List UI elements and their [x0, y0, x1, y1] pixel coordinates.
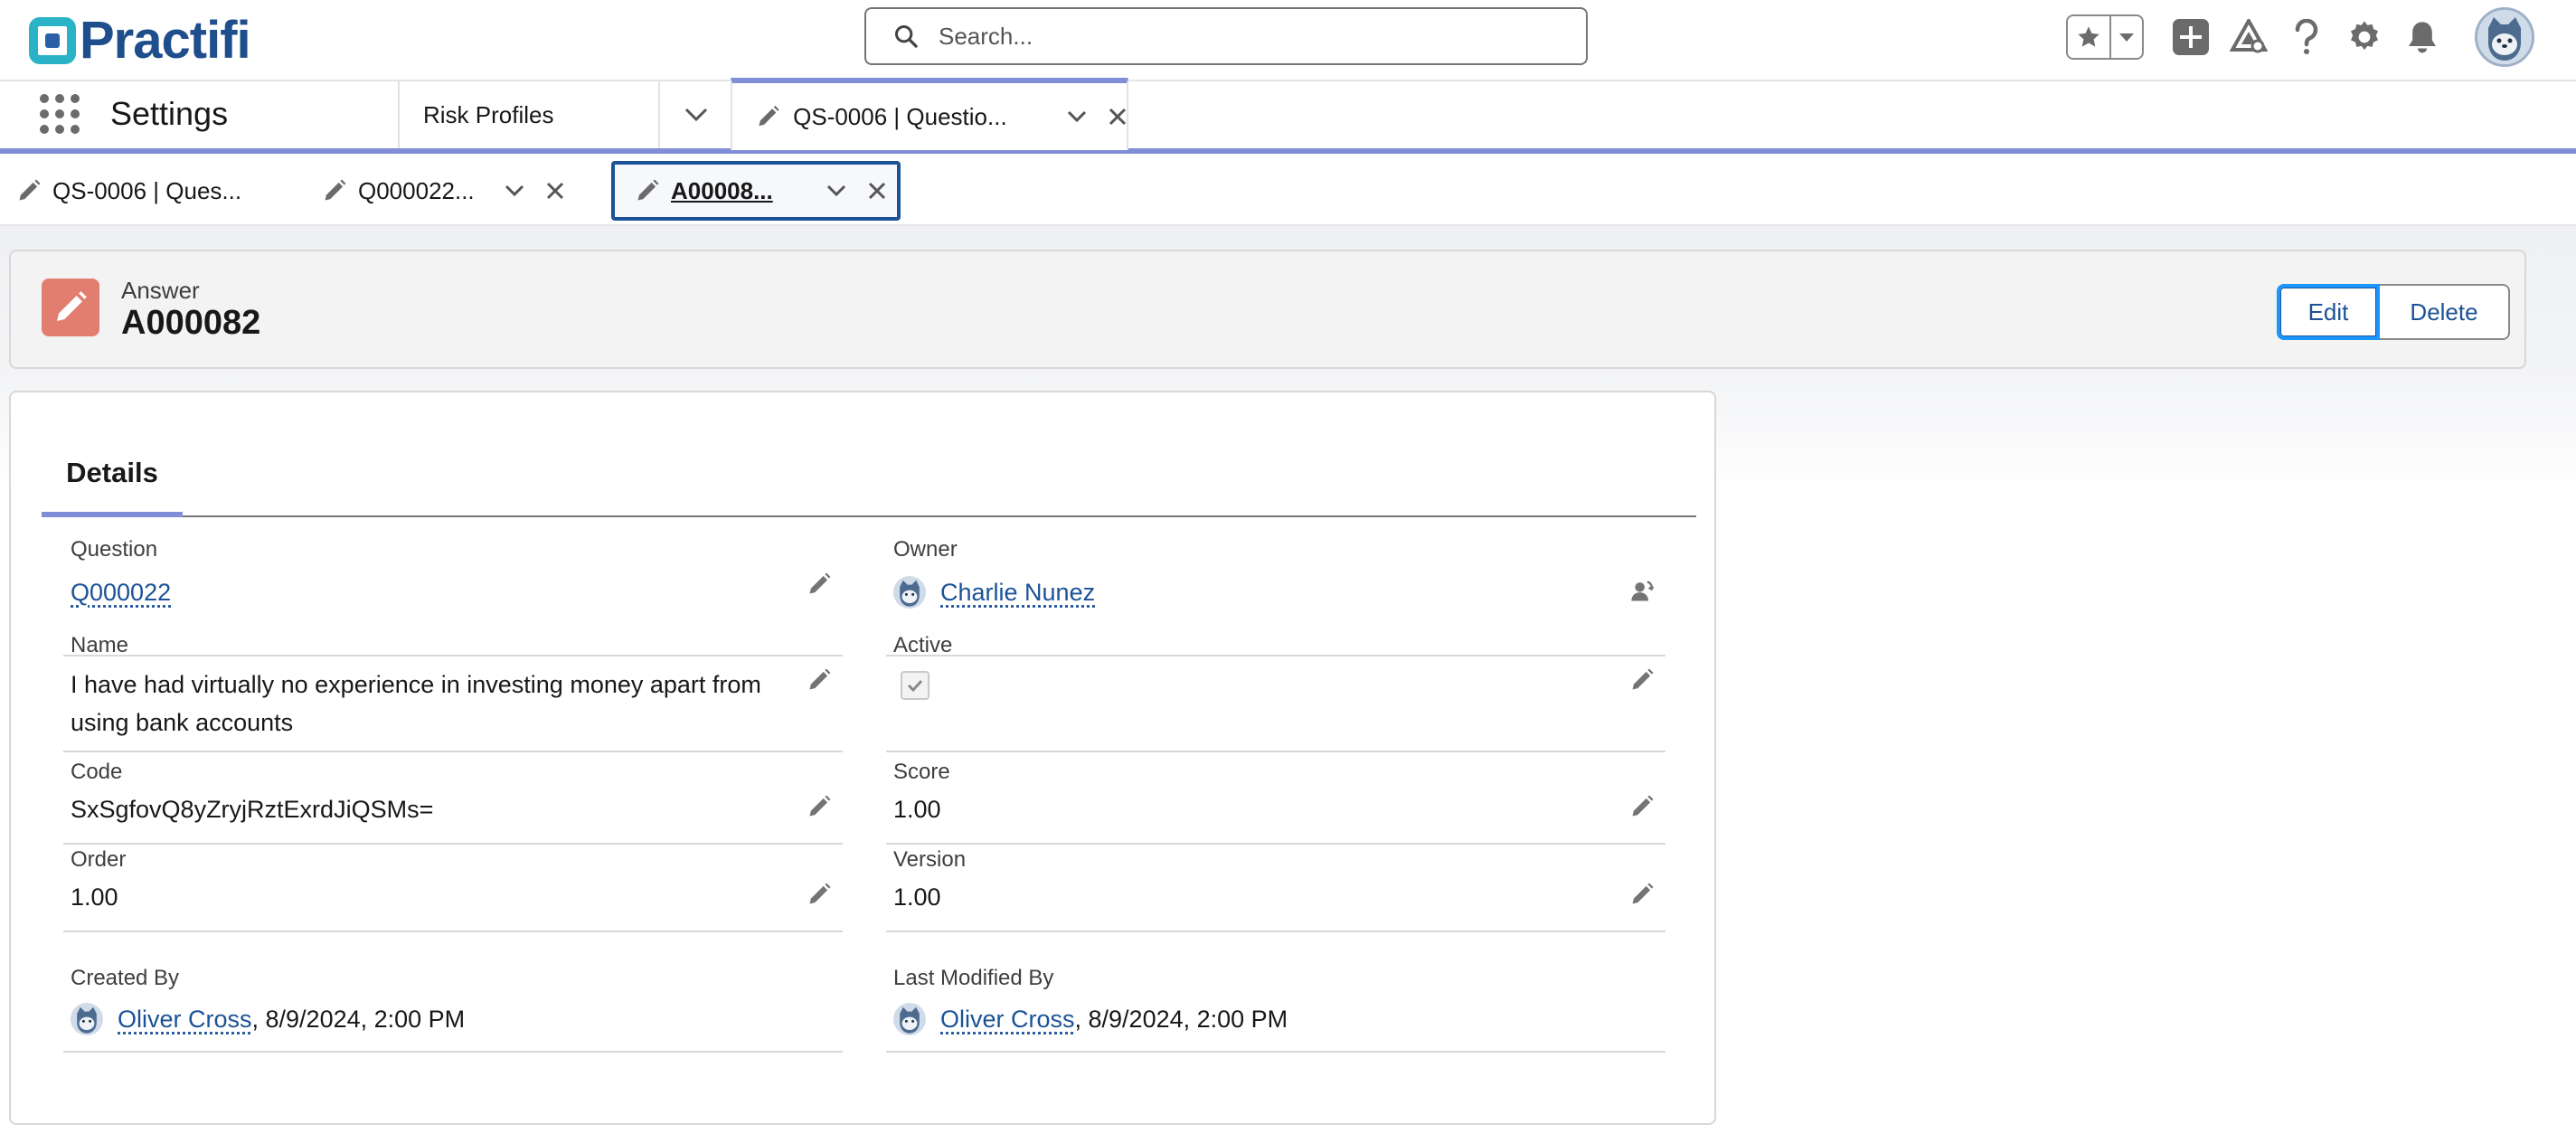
created-date: , 8/9/2024, 2:00 PM — [251, 1006, 466, 1033]
close-icon[interactable] — [1109, 108, 1127, 126]
record-title: A000082 — [121, 304, 261, 342]
edit-button[interactable]: Edit — [2277, 284, 2380, 340]
edit-pencil-icon[interactable] — [1628, 880, 1656, 909]
field-last-modified-by: Last Modified By Oliver Cross , 8/9/2024… — [886, 966, 1665, 1053]
workspace-tab-label: QS-0006 | Questio... — [793, 102, 1007, 130]
delete-button[interactable]: Delete — [2380, 284, 2510, 340]
field-label: Question — [71, 537, 158, 562]
last-modified-by-user-link[interactable]: Oliver Cross — [940, 1000, 1075, 1038]
nav-item-risk-profiles[interactable]: Risk Profiles — [398, 81, 660, 148]
chevron-down-icon — [684, 108, 708, 122]
edit-pencil-icon[interactable] — [805, 880, 834, 909]
field-version: Version 1.00 — [886, 847, 1665, 932]
question-link[interactable]: Q000022 — [71, 579, 171, 606]
favorites-star-icon[interactable] — [2068, 16, 2111, 58]
close-icon[interactable] — [546, 182, 564, 200]
field-name: Name I have had virtually no experience … — [63, 633, 843, 752]
user-avatar[interactable] — [2475, 7, 2534, 67]
global-header: Practifi — [0, 0, 2576, 81]
record-actions: Edit Delete — [2277, 284, 2510, 340]
pencil-icon — [637, 179, 659, 201]
practifi-logo[interactable]: Practifi — [29, 9, 251, 72]
nav-item-label: Risk Profiles — [423, 100, 554, 128]
workspace-tab-qs-0006[interactable]: QS-0006 | Questio... — [731, 78, 1128, 150]
field-value: Oliver Cross , 8/9/2024, 2:00 PM — [893, 1000, 1617, 1046]
field-label: Last Modified By — [893, 966, 1054, 990]
chevron-down-icon[interactable] — [505, 184, 524, 197]
owner-link[interactable]: Charlie Nunez — [940, 573, 1095, 611]
avatar — [893, 1003, 926, 1035]
subtab-bar: QS-0006 | Ques... Q000022... A00008... — [0, 154, 2576, 226]
global-search[interactable] — [864, 7, 1588, 65]
field-active: Active — [886, 633, 1665, 752]
favorites-dropdown-icon[interactable] — [2111, 16, 2142, 58]
nav-risk-profiles-dropdown[interactable] — [658, 81, 732, 148]
favorites-group — [2066, 14, 2144, 60]
field-label: Active — [893, 633, 953, 657]
checkmark-icon — [907, 679, 923, 693]
field-label: Name — [71, 633, 129, 657]
app-nav-bar: Settings Risk Profiles QS-0006 | Questio… — [0, 78, 2576, 154]
trailhead-icon[interactable] — [2229, 17, 2269, 57]
field-value: Oliver Cross , 8/9/2024, 2:00 PM — [71, 1000, 794, 1046]
edit-pencil-icon[interactable] — [805, 666, 834, 694]
field-value: Charlie Nunez — [893, 573, 1617, 619]
field-label: Version — [893, 847, 967, 872]
field-label: Score — [893, 760, 950, 784]
setup-gear-icon[interactable] — [2345, 17, 2384, 57]
field-value: Q000022 — [71, 573, 794, 611]
field-value: 1.00 — [893, 796, 941, 823]
field-created-by: Created By Oliver Cross , 8/9/2024, 2:00… — [63, 966, 843, 1053]
field-order: Order 1.00 — [63, 847, 843, 932]
avatar — [71, 1003, 103, 1035]
search-icon — [894, 24, 918, 48]
edit-pencil-icon[interactable] — [1628, 792, 1656, 821]
close-icon[interactable] — [868, 182, 886, 200]
logo-text: Practifi — [80, 11, 251, 70]
details-tabbar: Details — [42, 429, 1696, 517]
edit-pencil-icon[interactable] — [1628, 666, 1656, 694]
global-add-icon[interactable] — [2171, 17, 2211, 57]
answer-record-icon — [42, 279, 99, 336]
subtab-a000082-active[interactable]: A00008... — [611, 161, 901, 221]
change-owner-icon[interactable] — [1628, 577, 1656, 606]
edit-pencil-icon[interactable] — [805, 570, 834, 599]
avatar — [893, 576, 926, 609]
subtab-q000022[interactable]: Q000022... — [322, 161, 584, 221]
header-utility-icons — [2066, 0, 2576, 74]
field-label: Created By — [71, 966, 180, 990]
field-value: 1.00 — [893, 883, 941, 911]
details-card: Details Question Q000022 Owner Charlie N… — [9, 391, 1716, 1125]
subtab-label: A00008... — [671, 176, 773, 204]
field-value: I have had virtually no experience in in… — [71, 671, 761, 736]
chevron-down-icon[interactable] — [1067, 110, 1087, 123]
record-header: Answer A000082 Edit Delete — [9, 250, 2526, 369]
field-label: Owner — [893, 537, 958, 562]
field-score: Score 1.00 — [886, 760, 1665, 845]
record-object-type: Answer — [121, 277, 200, 304]
field-label: Order — [71, 847, 127, 872]
subtab-label: Q000022... — [358, 176, 475, 204]
subtab-qs-0006[interactable]: QS-0006 | Ques... — [16, 161, 288, 221]
logo-mark-icon — [29, 17, 76, 64]
edit-pencil-icon[interactable] — [805, 792, 834, 821]
pencil-icon — [325, 179, 346, 201]
help-icon[interactable] — [2287, 17, 2326, 57]
notifications-bell-icon[interactable] — [2402, 17, 2442, 57]
app-name: Settings — [110, 95, 229, 132]
field-value: SxSgfovQ8yZryjRztExrdJiQSMs= — [71, 796, 434, 823]
field-value: 1.00 — [71, 883, 118, 911]
pencil-icon — [19, 179, 41, 201]
chevron-down-icon[interactable] — [826, 184, 846, 197]
created-by-user-link[interactable]: Oliver Cross — [118, 1000, 252, 1038]
pencil-icon — [759, 105, 779, 127]
last-modified-date: , 8/9/2024, 2:00 PM — [1074, 1006, 1288, 1033]
subtab-label: QS-0006 | Ques... — [52, 176, 242, 204]
field-code: Code SxSgfovQ8yZryjRztExrdJiQSMs= — [63, 760, 843, 845]
active-checkbox[interactable] — [901, 671, 929, 700]
app-launcher-icon[interactable] — [40, 94, 80, 134]
tab-details[interactable]: Details — [42, 429, 183, 517]
search-input[interactable] — [939, 22, 1553, 51]
field-label: Code — [71, 760, 123, 784]
